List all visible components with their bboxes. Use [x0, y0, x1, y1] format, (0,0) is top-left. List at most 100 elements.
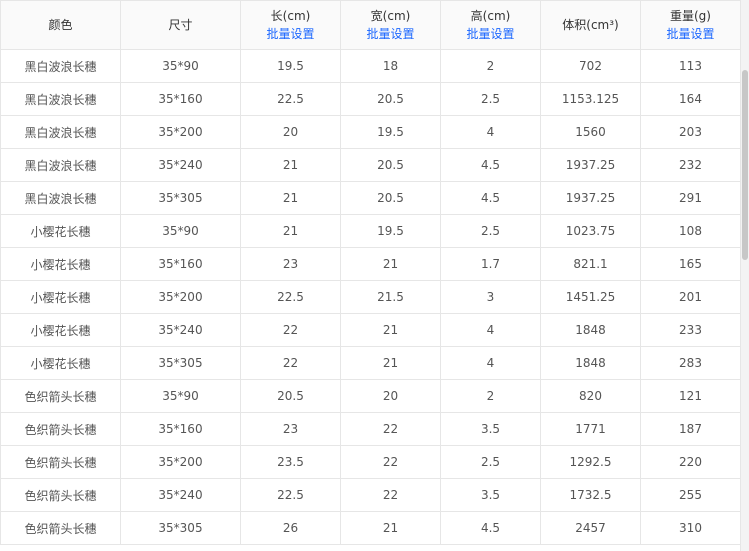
cell-width[interactable]: 21: [340, 313, 441, 347]
cell-volume[interactable]: 1848: [540, 313, 641, 347]
cell-length[interactable]: 21: [240, 181, 341, 215]
cell-height[interactable]: 2.5: [440, 445, 541, 479]
cell-width[interactable]: 22: [340, 445, 441, 479]
cell-height[interactable]: 4.5: [440, 148, 541, 182]
cell-width[interactable]: 21: [340, 346, 441, 380]
cell-weight[interactable]: 113: [640, 49, 741, 83]
cell-length[interactable]: 22.5: [240, 82, 341, 116]
cell-height[interactable]: 4.5: [440, 511, 541, 545]
cell-color: 小樱花长穗: [0, 346, 121, 380]
table-row: 小樱花长穗 35*160 23 21 1.7 821.1 165: [0, 247, 741, 281]
cell-height[interactable]: 1.7: [440, 247, 541, 281]
table-row: 小樱花长穗 35*305 22 21 4 1848 283: [0, 346, 741, 380]
col-header-width-label: 宽(cm): [370, 9, 411, 23]
cell-volume[interactable]: 2457: [540, 511, 641, 545]
cell-height[interactable]: 4: [440, 313, 541, 347]
cell-volume[interactable]: 1292.5: [540, 445, 641, 479]
cell-volume[interactable]: 821.1: [540, 247, 641, 281]
cell-weight[interactable]: 165: [640, 247, 741, 281]
batch-set-length-link[interactable]: 批量设置: [241, 25, 340, 43]
cell-volume[interactable]: 1023.75: [540, 214, 641, 248]
cell-length[interactable]: 22.5: [240, 280, 341, 314]
cell-volume[interactable]: 1732.5: [540, 478, 641, 512]
table-row: 黑白波浪长穗 35*305 21 20.5 4.5 1937.25 291: [0, 181, 741, 215]
cell-volume[interactable]: 1153.125: [540, 82, 641, 116]
cell-length[interactable]: 21: [240, 214, 341, 248]
cell-width[interactable]: 20.5: [340, 148, 441, 182]
cell-height[interactable]: 3.5: [440, 478, 541, 512]
col-header-color-label: 颜色: [48, 18, 73, 32]
cell-volume[interactable]: 1937.25: [540, 148, 641, 182]
cell-weight[interactable]: 121: [640, 379, 741, 413]
cell-weight[interactable]: 310: [640, 511, 741, 545]
cell-weight[interactable]: 187: [640, 412, 741, 446]
cell-volume[interactable]: 702: [540, 49, 641, 83]
cell-weight[interactable]: 232: [640, 148, 741, 182]
cell-width[interactable]: 21: [340, 247, 441, 281]
cell-volume[interactable]: 1771: [540, 412, 641, 446]
cell-length[interactable]: 19.5: [240, 49, 341, 83]
cell-length[interactable]: 20.5: [240, 379, 341, 413]
cell-height[interactable]: 2.5: [440, 82, 541, 116]
batch-set-width-link[interactable]: 批量设置: [341, 25, 440, 43]
col-header-volume-label: 体积(cm³): [562, 18, 619, 32]
cell-volume[interactable]: 820: [540, 379, 641, 413]
cell-color: 小樱花长穗: [0, 247, 121, 281]
cell-length[interactable]: 22: [240, 346, 341, 380]
cell-height[interactable]: 4: [440, 346, 541, 380]
cell-width[interactable]: 21.5: [340, 280, 441, 314]
cell-length[interactable]: 23: [240, 247, 341, 281]
cell-color: 色织箭头长穗: [0, 511, 121, 545]
cell-weight[interactable]: 255: [640, 478, 741, 512]
batch-set-height-link[interactable]: 批量设置: [441, 25, 540, 43]
cell-size: 35*200: [120, 445, 241, 479]
cell-volume[interactable]: 1560: [540, 115, 641, 149]
table-row: 黑白波浪长穗 35*90 19.5 18 2 702 113: [0, 49, 741, 83]
cell-height[interactable]: 2: [440, 49, 541, 83]
col-header-volume: 体积(cm³): [540, 0, 641, 50]
col-header-width: 宽(cm) 批量设置: [340, 0, 441, 50]
cell-width[interactable]: 20.5: [340, 181, 441, 215]
cell-weight[interactable]: 233: [640, 313, 741, 347]
cell-width[interactable]: 20: [340, 379, 441, 413]
cell-weight[interactable]: 283: [640, 346, 741, 380]
cell-width[interactable]: 20.5: [340, 82, 441, 116]
cell-height[interactable]: 2.5: [440, 214, 541, 248]
cell-weight[interactable]: 220: [640, 445, 741, 479]
cell-volume[interactable]: 1848: [540, 346, 641, 380]
table-row: 黑白波浪长穗 35*200 20 19.5 4 1560 203: [0, 115, 741, 149]
cell-width[interactable]: 19.5: [340, 115, 441, 149]
cell-length[interactable]: 22: [240, 313, 341, 347]
cell-volume[interactable]: 1451.25: [540, 280, 641, 314]
col-header-length-label: 长(cm): [270, 9, 311, 23]
cell-height[interactable]: 4.5: [440, 181, 541, 215]
cell-weight[interactable]: 108: [640, 214, 741, 248]
cell-length[interactable]: 20: [240, 115, 341, 149]
cell-height[interactable]: 3: [440, 280, 541, 314]
cell-width[interactable]: 22: [340, 412, 441, 446]
cell-weight[interactable]: 201: [640, 280, 741, 314]
cell-color: 黑白波浪长穗: [0, 82, 121, 116]
cell-width[interactable]: 22: [340, 478, 441, 512]
cell-weight[interactable]: 203: [640, 115, 741, 149]
cell-length[interactable]: 23.5: [240, 445, 341, 479]
cell-weight[interactable]: 291: [640, 181, 741, 215]
cell-volume[interactable]: 1937.25: [540, 181, 641, 215]
cell-height[interactable]: 4: [440, 115, 541, 149]
cell-width[interactable]: 18: [340, 49, 441, 83]
cell-size: 35*160: [120, 82, 241, 116]
cell-length[interactable]: 26: [240, 511, 341, 545]
cell-height[interactable]: 2: [440, 379, 541, 413]
scrollbar-thumb[interactable]: [742, 70, 748, 260]
cell-weight[interactable]: 164: [640, 82, 741, 116]
batch-set-weight-link[interactable]: 批量设置: [641, 25, 740, 43]
cell-length[interactable]: 21: [240, 148, 341, 182]
cell-length[interactable]: 22.5: [240, 478, 341, 512]
cell-length[interactable]: 23: [240, 412, 341, 446]
table-row: 色织箭头长穗 35*160 23 22 3.5 1771 187: [0, 412, 741, 446]
table-row: 色织箭头长穗 35*240 22.5 22 3.5 1732.5 255: [0, 478, 741, 512]
cell-height[interactable]: 3.5: [440, 412, 541, 446]
cell-width[interactable]: 19.5: [340, 214, 441, 248]
vertical-scrollbar[interactable]: [740, 0, 749, 551]
cell-width[interactable]: 21: [340, 511, 441, 545]
